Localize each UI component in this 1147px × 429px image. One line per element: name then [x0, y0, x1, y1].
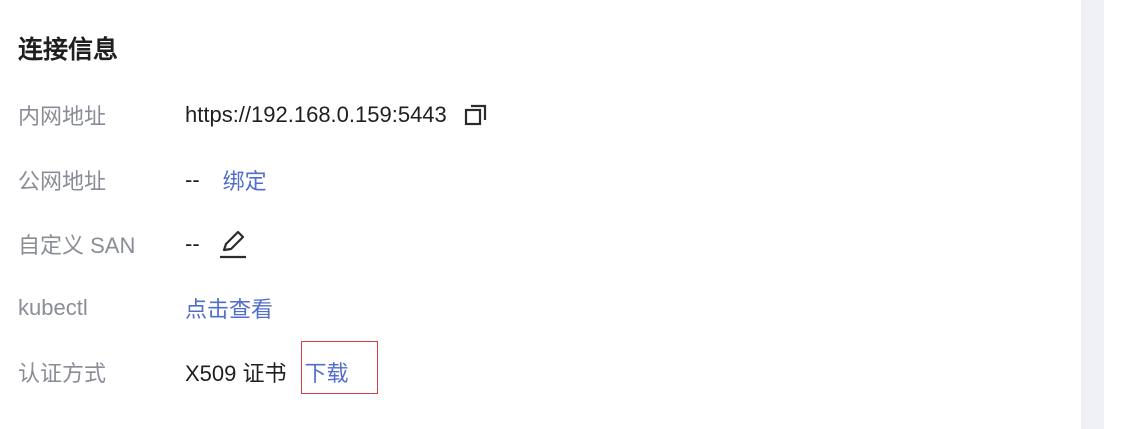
section-title: 连接信息	[18, 35, 119, 64]
copy-icon[interactable]	[463, 102, 489, 128]
auth-method-label: 认证方式	[18, 361, 107, 386]
intranet-address-label: 内网地址	[18, 104, 107, 129]
auth-method-value: X509 证书	[185, 361, 287, 386]
download-cert-link[interactable]: 下载	[305, 356, 349, 388]
custom-san-value: --	[185, 231, 200, 256]
scrollbar-track[interactable]	[1081, 0, 1104, 429]
kubectl-label: kubectl	[18, 295, 88, 320]
auth-method-value-group: X509 证书 下载	[185, 356, 349, 388]
intranet-address-value: https://192.168.0.159:5443	[185, 102, 447, 127]
row-kubectl: kubectl 点击查看	[18, 288, 273, 328]
intranet-address-value-group: https://192.168.0.159:5443	[185, 102, 489, 128]
custom-san-label: 自定义 SAN	[18, 233, 136, 258]
custom-san-value-group: --	[185, 228, 248, 260]
right-gutter	[1104, 0, 1147, 429]
row-public-address: 公网地址 -- 绑定	[18, 160, 267, 200]
public-address-value: --	[185, 167, 200, 192]
edit-icon[interactable]	[218, 228, 248, 260]
view-kubectl-link[interactable]: 点击查看	[185, 292, 273, 324]
connection-info-panel: 连接信息 内网地址 https://192.168.0.159:5443 公网地…	[0, 0, 1081, 429]
row-intranet-address: 内网地址 https://192.168.0.159:5443	[18, 95, 489, 135]
public-address-label: 公网地址	[18, 169, 107, 194]
kubectl-value-group: 点击查看	[185, 292, 273, 324]
row-auth-method: 认证方式 X509 证书 下载	[18, 352, 349, 392]
public-address-value-group: -- 绑定	[185, 164, 267, 196]
row-custom-san: 自定义 SAN --	[18, 224, 248, 264]
bind-link[interactable]: 绑定	[223, 164, 267, 196]
